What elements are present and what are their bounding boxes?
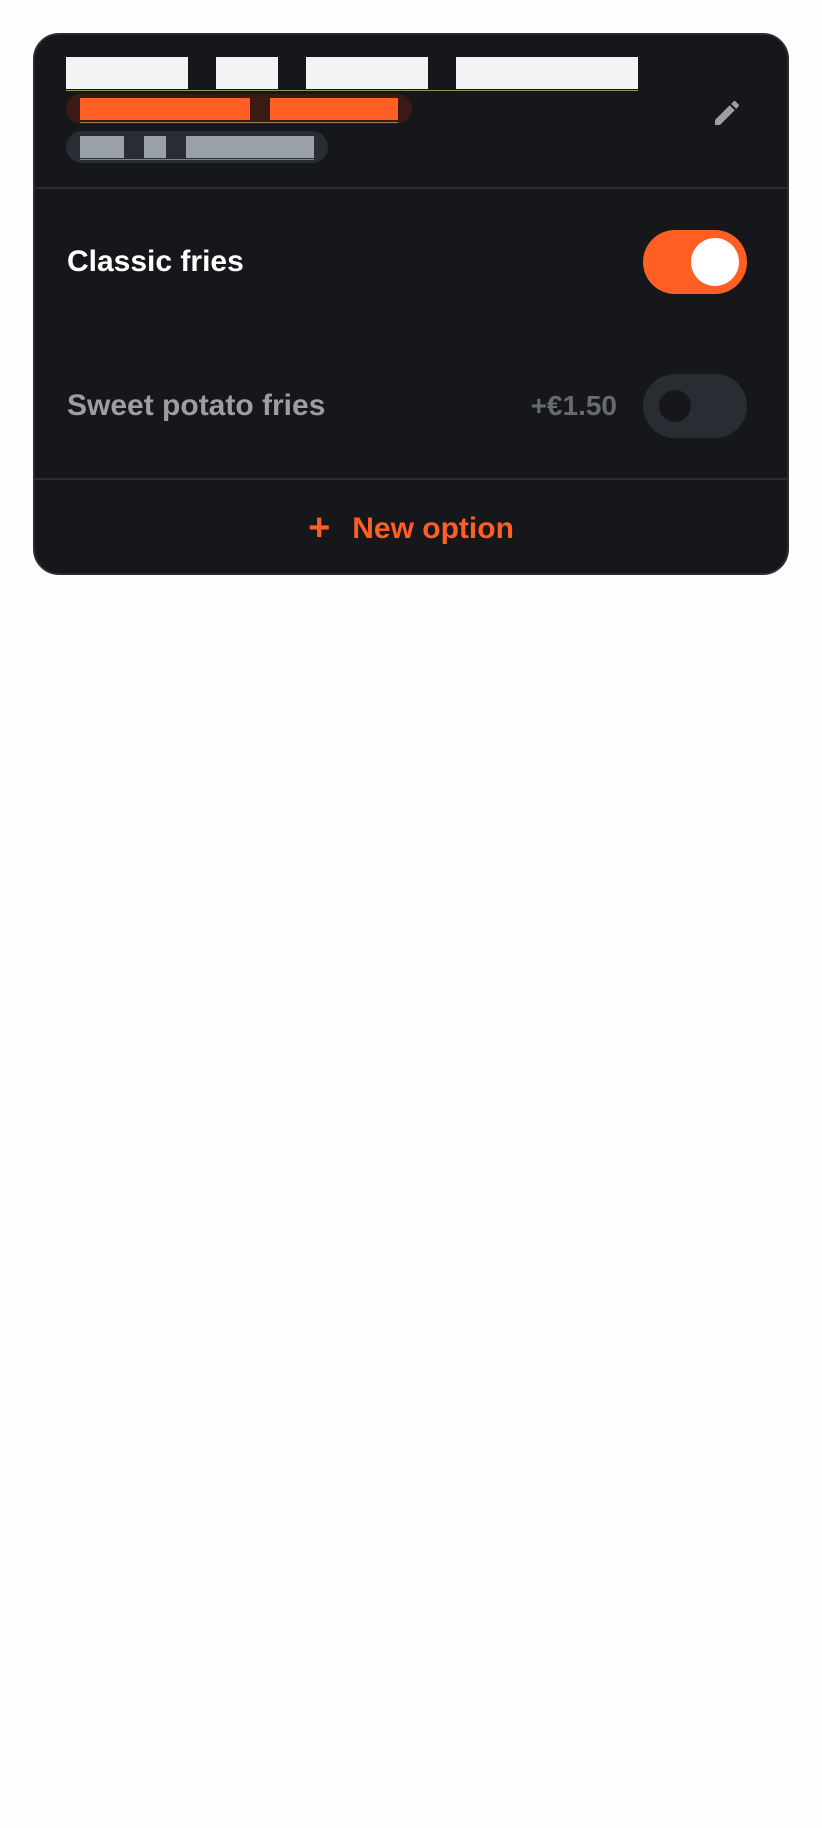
plus-icon: + xyxy=(308,506,331,549)
option-label: Sweet potato fries xyxy=(67,389,326,422)
redacted-subtitle-word xyxy=(80,136,124,158)
redacted-subtitle-word xyxy=(144,136,166,158)
option-row-sweet-potato-fries: Sweet potato fries +€1.50 xyxy=(35,371,787,441)
toggle-knob xyxy=(659,390,691,422)
option-row-classic-fries: Classic fries xyxy=(35,227,787,297)
redacted-tag-word xyxy=(80,98,250,120)
redacted-group-title-word xyxy=(216,57,278,89)
title-underline xyxy=(66,90,638,91)
redacted-group-title-word xyxy=(456,57,638,89)
edit-group-button[interactable] xyxy=(705,91,749,135)
redacted-subtitle-word xyxy=(186,136,314,158)
pencil-icon xyxy=(715,100,740,125)
new-option-button[interactable]: + New option xyxy=(35,478,787,573)
option-toggle-sweet-potato-fries[interactable] xyxy=(643,374,747,438)
option-group-header xyxy=(35,35,787,189)
option-toggle-classic-fries[interactable] xyxy=(643,230,747,294)
option-price: +€1.50 xyxy=(530,390,617,421)
option-label: Classic fries xyxy=(67,245,244,278)
tag-underline xyxy=(80,122,398,123)
subtitle-underline xyxy=(80,159,314,160)
redacted-group-title-word xyxy=(66,57,188,89)
option-group-card: Classic fries Sweet potato fries +€1.50 … xyxy=(33,33,789,575)
redacted-group-title-word xyxy=(306,57,428,89)
redacted-tag-word xyxy=(270,98,398,120)
new-option-label: New option xyxy=(352,511,514,545)
toggle-knob xyxy=(691,238,739,286)
